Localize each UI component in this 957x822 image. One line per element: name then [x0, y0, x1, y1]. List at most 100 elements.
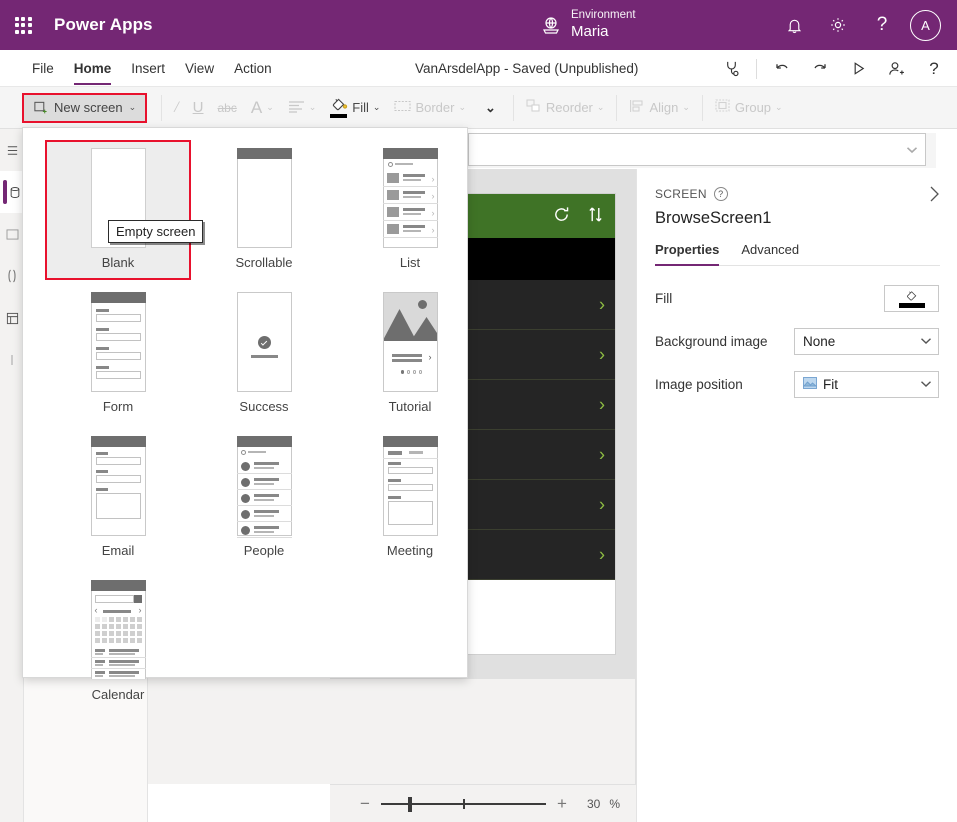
sort-icon[interactable]: [588, 206, 603, 226]
chevron-down-icon: ⌄: [308, 102, 317, 112]
zoom-out-button[interactable]: −: [358, 794, 372, 814]
sidebar-item-components[interactable]: [0, 297, 24, 339]
chevron-right-icon[interactable]: [928, 185, 941, 208]
menu-view[interactable]: View: [175, 50, 224, 87]
screen-template-blank[interactable]: Blank: [45, 140, 191, 280]
group-button[interactable]: Group ⌄: [708, 91, 790, 125]
fill-color-swatch: [898, 303, 925, 308]
menu-file[interactable]: File: [22, 50, 64, 87]
brand-title: Power Apps: [54, 15, 153, 34]
screen-template-calendar[interactable]: ‹ › Calendar: [45, 572, 191, 712]
formula-input[interactable]: [469, 134, 899, 165]
properties-list: Fill Background image None Image positio…: [637, 283, 957, 400]
new-screen-button[interactable]: New screen ⌄: [22, 92, 148, 123]
divider: [512, 94, 514, 121]
question-icon[interactable]: ?: [862, 5, 902, 45]
sidebar-item-data-sources[interactable]: [0, 171, 24, 213]
screen-template-people[interactable]: People: [191, 428, 337, 568]
undo-icon[interactable]: [763, 50, 801, 87]
reorder-button[interactable]: Reorder ⌄: [519, 91, 612, 125]
selected-control-name: BrowseScreen1: [655, 209, 772, 227]
screen-template-tutorial[interactable]: › Tutorial: [337, 284, 483, 424]
ribbon-overflow-button[interactable]: ⌄: [473, 91, 508, 125]
image-position-select[interactable]: Fit: [794, 371, 939, 398]
preview-play-icon[interactable]: [839, 50, 877, 87]
background-image-select[interactable]: None: [794, 328, 939, 355]
screen-template-thumbnail: [236, 148, 292, 248]
help-question-icon[interactable]: ?: [915, 50, 953, 87]
sidebar-item-more[interactable]: [0, 339, 24, 381]
formula-bar-container: [468, 133, 936, 168]
menu-insert[interactable]: Insert: [121, 50, 175, 87]
zoom-thumb[interactable]: [408, 796, 412, 812]
screen-template-list[interactable]: › › › › List: [337, 140, 483, 280]
border-button[interactable]: Border ⌄: [387, 91, 473, 125]
screen-template-form[interactable]: Form: [45, 284, 191, 424]
property-label: Background image: [655, 334, 768, 349]
menu-home[interactable]: Home: [64, 50, 122, 87]
redo-icon[interactable]: [801, 50, 839, 87]
refresh-icon[interactable]: [553, 206, 570, 226]
chevron-down-icon: ⌄: [458, 102, 467, 112]
tab-properties[interactable]: Properties: [655, 242, 720, 266]
screen-template-label: Calendar: [91, 687, 145, 702]
align-text-button[interactable]: ⌄: [281, 91, 324, 125]
fill-button[interactable]: Fill ⌄: [323, 91, 387, 125]
property-background-image: Background image None: [655, 326, 939, 357]
screen-template-email[interactable]: Email: [45, 428, 191, 568]
gear-icon[interactable]: [818, 5, 858, 45]
question-circle-icon[interactable]: ?: [713, 187, 728, 201]
chevron-right-icon: ›: [599, 394, 605, 414]
menu-action[interactable]: Action: [224, 50, 282, 87]
align-button[interactable]: Align ⌄: [622, 91, 696, 125]
share-user-icon[interactable]: [877, 50, 915, 87]
avatar[interactable]: A: [910, 9, 941, 41]
reorder-label: Reorder: [545, 100, 593, 115]
property-image-position: Image position Fit: [655, 369, 939, 400]
menu-bar-actions: ?: [712, 50, 953, 87]
tab-advanced[interactable]: Advanced: [741, 242, 799, 265]
zoom-slider[interactable]: [381, 795, 546, 813]
sidebar-item-media[interactable]: [0, 213, 24, 255]
image-position-value: Fit: [823, 377, 838, 392]
screen-template-scrollable[interactable]: Scrollable: [191, 140, 337, 280]
left-rail: [0, 129, 24, 822]
formula-bar[interactable]: [468, 133, 926, 166]
property-fill: Fill: [655, 283, 939, 314]
group-label: Group: [734, 100, 772, 115]
screen-template-label: Form: [102, 399, 134, 414]
zoom-in-button[interactable]: +: [555, 794, 569, 814]
underline-button[interactable]: U: [186, 91, 211, 125]
new-screen-icon: [34, 101, 47, 114]
app-launcher-icon[interactable]: [0, 16, 46, 34]
underline-icon: U: [192, 99, 204, 116]
panel-tabs: Properties Advanced: [655, 242, 940, 266]
zoom-bar: − + 30 %: [330, 784, 636, 822]
zoom-midpoint-tick: [463, 798, 465, 809]
screen-template-success[interactable]: Success: [191, 284, 337, 424]
chevron-down-icon: [920, 379, 932, 391]
screen-template-thumbnail: [236, 292, 292, 392]
chevron-down-icon: ⌄: [372, 102, 381, 112]
font-color-button[interactable]: A ⌄: [244, 91, 281, 125]
screen-template-meeting[interactable]: Meeting: [337, 428, 483, 568]
text-format-group: / U abc A ⌄ ⌄ Fill ⌄ Border ⌄ ⌄: [167, 91, 508, 125]
screen-template-label: Meeting: [386, 543, 434, 558]
bell-icon[interactable]: [774, 5, 814, 45]
background-image-value: None: [803, 334, 836, 349]
sidebar-item-variables[interactable]: [0, 255, 24, 297]
sidebar-item-tree-view[interactable]: [0, 129, 24, 171]
align-icon: [288, 100, 305, 116]
panel-kind-row: SCREEN ?: [655, 187, 939, 201]
strikethrough-button[interactable]: abc: [210, 91, 243, 125]
fill-color-button[interactable]: [884, 285, 939, 312]
italic-button[interactable]: /: [167, 91, 185, 125]
new-screen-label: New screen: [54, 100, 123, 115]
app-checker-icon[interactable]: [712, 50, 750, 87]
border-icon: [394, 100, 411, 116]
chevron-down-icon[interactable]: [899, 146, 925, 154]
screen-template-grid: Blank Scrollable › › › › List Form Success › Tutor…: [23, 140, 467, 712]
app-title-status: VanArsdelApp - Saved (Unpublished): [415, 61, 639, 76]
align-objects-icon: [629, 99, 645, 116]
environment-picker[interactable]: Environment Maria: [540, 0, 636, 50]
